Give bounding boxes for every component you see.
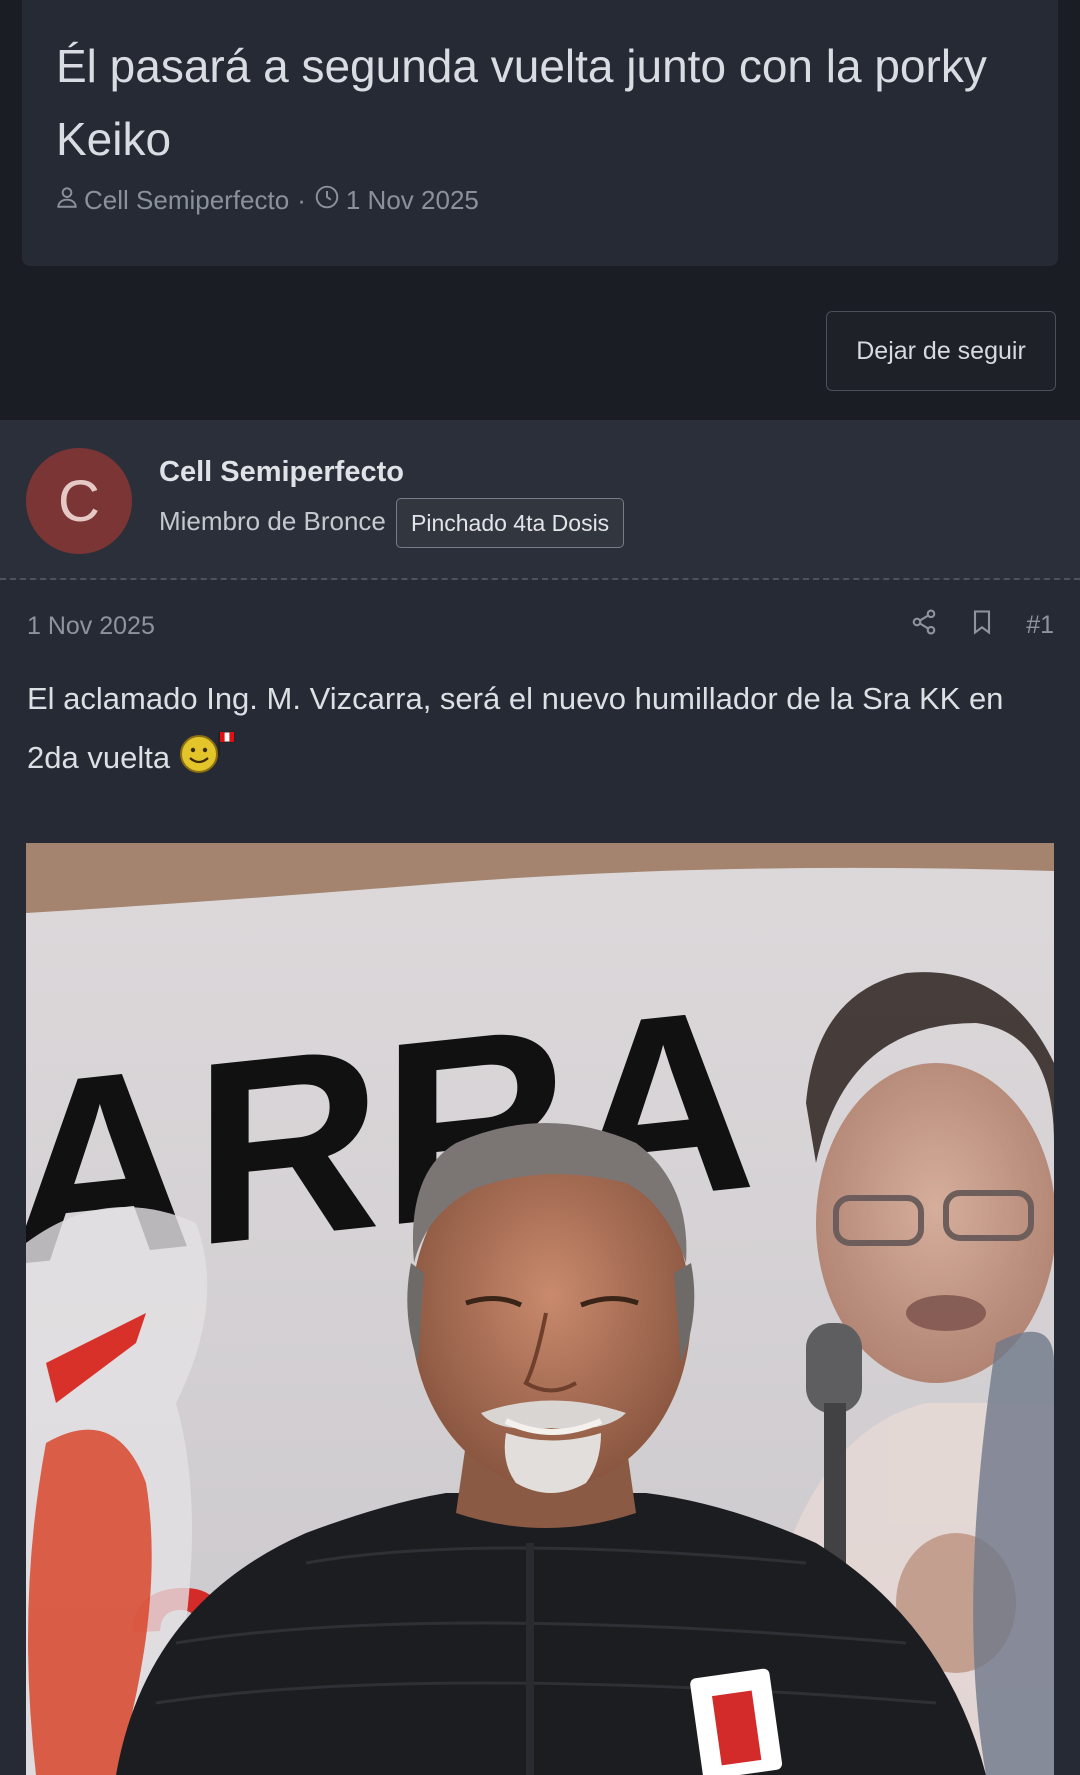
post-user-header: C Cell Semiperfecto Miembro de Bronce Pi… <box>0 420 1080 580</box>
post: C Cell Semiperfecto Miembro de Bronce Pi… <box>0 420 1080 1775</box>
thread-date[interactable]: 1 Nov 2025 <box>346 185 479 216</box>
post-number-link[interactable]: #1 <box>1026 611 1054 640</box>
clock-icon <box>314 184 340 217</box>
post-body: El aclamado Ing. M. Vizcarra, será el nu… <box>27 670 1057 787</box>
thread-title: Él pasará a segunda vuelta junto con la … <box>56 40 987 165</box>
avatar[interactable]: C <box>26 448 132 554</box>
post-body-text: El aclamado Ing. M. Vizcarra, será el nu… <box>27 681 1004 775</box>
meta-separator: · <box>297 185 306 215</box>
user-badge: Pinchado 4ta Dosis <box>396 498 625 548</box>
unfollow-button[interactable]: Dejar de seguir <box>826 311 1056 391</box>
post-actions: #1 <box>910 608 1054 643</box>
smile-flag-emoji <box>179 728 235 773</box>
post-image[interactable]: ARRA 20 <box>26 843 1054 1775</box>
user-icon <box>54 184 80 217</box>
post-username[interactable]: Cell Semiperfecto <box>159 456 404 489</box>
share-icon[interactable] <box>910 608 938 643</box>
thread-author-link[interactable]: Cell Semiperfecto <box>84 185 289 216</box>
thread-header: Él pasará a segunda vuelta junto con la … <box>22 0 1058 266</box>
thread-meta: Cell Semiperfecto · 1 Nov 2025 <box>54 184 479 217</box>
user-rank: Miembro de Bronce <box>159 506 386 536</box>
bookmark-icon[interactable] <box>968 608 996 643</box>
post-date[interactable]: 1 Nov 2025 <box>27 612 155 641</box>
